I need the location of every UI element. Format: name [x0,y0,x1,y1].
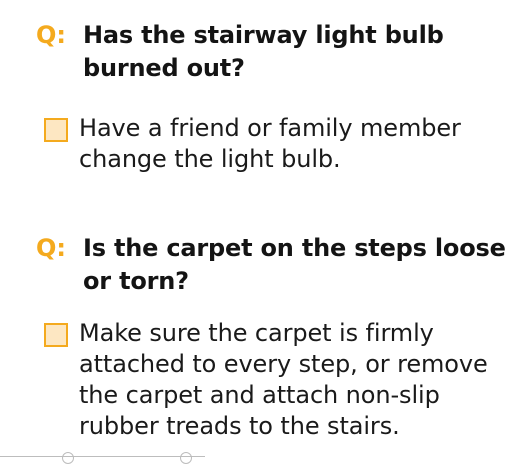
question-text: Has the stairway light bulb burned out? [83,21,444,82]
answer-text: Make sure the carpet is firmly attached … [79,319,488,440]
answer-text: Have a friend or family member change th… [79,114,461,173]
checkbox-icon[interactable] [44,323,68,347]
question-marker: Q: [36,21,66,49]
decorative-circle-icon [62,452,74,464]
question-text: Is the carpet on the steps loose or torn… [83,234,506,295]
question-marker: Q: [36,234,66,262]
decorative-circle-icon [180,452,192,464]
question-row-1: Q: Has the stairway light bulb burned ou… [36,19,523,85]
checklist-page: Q: Has the stairway light bulb burned ou… [0,0,530,464]
question-row-2: Q: Is the carpet on the steps loose or t… [36,232,523,298]
footer-divider [0,456,205,457]
checkbox-icon[interactable] [44,118,68,142]
answer-row-2: Make sure the carpet is firmly attached … [44,318,509,442]
answer-row-1: Have a friend or family member change th… [44,113,509,175]
